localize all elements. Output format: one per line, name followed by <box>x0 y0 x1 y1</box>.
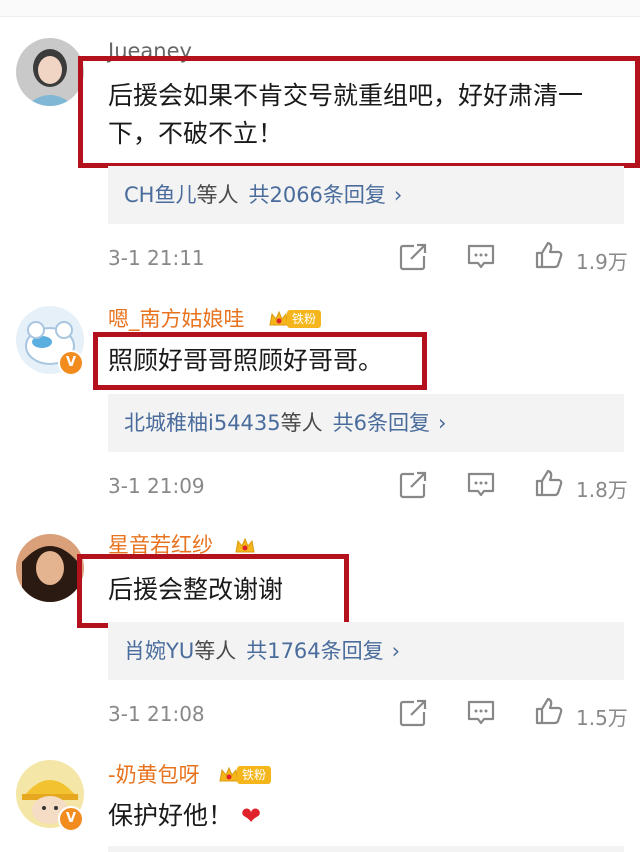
reply-summary[interactable]: CH鱼儿等人 共2066条回复 › <box>108 166 624 224</box>
fan-badge: 铁粉 <box>268 309 322 329</box>
reply-deng-label: 等人 <box>280 411 323 435</box>
reply-deng-label: 等人 <box>196 183 239 207</box>
like-count: 1.9万 <box>576 250 628 274</box>
fan-badge <box>234 536 256 556</box>
chevron-right-icon: › <box>393 183 403 207</box>
comment-icon[interactable] <box>466 698 496 728</box>
reply-total-link[interactable]: 共1764条回复 <box>246 639 383 663</box>
highlight-box <box>77 554 349 628</box>
fan-badge-label: 铁粉 <box>287 310 322 328</box>
like-count: 1.5万 <box>576 706 628 730</box>
avatar[interactable] <box>16 534 84 602</box>
comment-timestamp: 3-1 21:09 <box>108 474 205 498</box>
reply-users-link[interactable]: 肖婉YU <box>108 639 194 663</box>
repost-icon[interactable] <box>398 698 428 728</box>
avatar-photo-icon <box>16 534 84 602</box>
heart-icon: ❤ <box>241 802 262 830</box>
reply-summary[interactable]: 北城稚柚i54435等人 共6条回复 › <box>108 394 624 452</box>
comment-icon[interactable] <box>466 242 496 272</box>
comment-text: 保护好他！ ❤ <box>108 794 261 838</box>
reply-deng-label: 等人 <box>194 639 237 663</box>
verified-badge-icon: V <box>58 806 84 832</box>
reply-summary[interactable] <box>108 846 624 852</box>
fan-badge: 铁粉 <box>218 765 272 785</box>
highlight-box <box>78 56 640 168</box>
highlight-box <box>93 332 427 390</box>
comment-icon[interactable] <box>466 470 496 500</box>
comment-timestamp: 3-1 21:08 <box>108 702 205 726</box>
repost-icon[interactable] <box>398 242 428 272</box>
reply-users-link[interactable]: CH鱼儿 <box>108 183 196 207</box>
like-icon[interactable] <box>534 468 564 498</box>
like-count: 1.8万 <box>576 478 628 502</box>
comment-username[interactable]: 嗯_南方姑娘哇 <box>108 306 245 332</box>
crown-icon <box>235 537 255 553</box>
top-divider <box>0 0 640 17</box>
chevron-right-icon: › <box>438 411 447 435</box>
reply-total-link[interactable]: 共6条回复 <box>333 411 430 435</box>
verified-badge-icon: V <box>58 350 84 376</box>
chevron-right-icon: › <box>391 639 401 663</box>
reply-total-link[interactable]: 共2066条回复 <box>248 183 385 207</box>
comment-timestamp: 3-1 21:11 <box>108 246 205 270</box>
comment-text-content: 保护好他！ <box>108 801 234 830</box>
fan-badge-label: 铁粉 <box>237 766 272 784</box>
like-icon[interactable] <box>534 240 564 270</box>
repost-icon[interactable] <box>398 470 428 500</box>
reply-summary[interactable]: 肖婉YU等人 共1764条回复 › <box>108 622 624 680</box>
avatar-photo-icon <box>16 38 84 106</box>
comment-username[interactable]: -奶黄包呀 <box>108 762 200 788</box>
reply-users-link[interactable]: 北城稚柚i54435 <box>108 411 281 435</box>
avatar[interactable] <box>16 38 84 106</box>
like-icon[interactable] <box>534 696 564 726</box>
